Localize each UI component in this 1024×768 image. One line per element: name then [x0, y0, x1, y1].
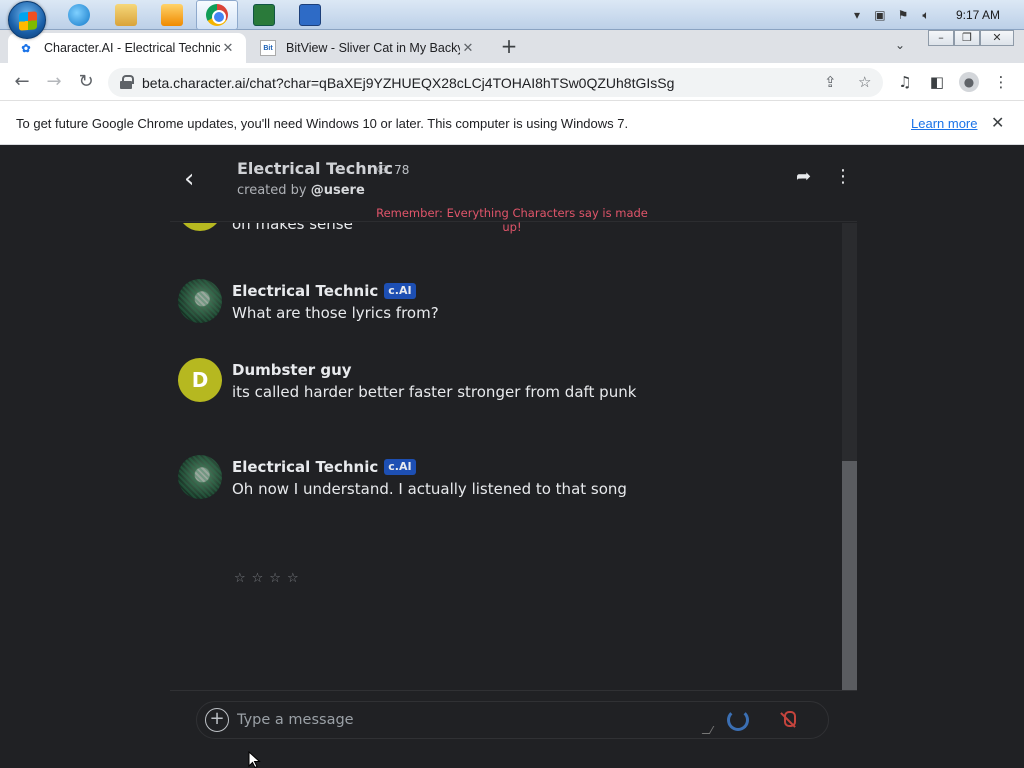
lock-icon[interactable] [120, 75, 134, 89]
chevron-up-icon[interactable]: ▾ [850, 8, 864, 22]
profile-avatar-icon[interactable]: ● [959, 72, 979, 92]
chat-count: 💬︎ 78 [375, 163, 409, 177]
address-bar[interactable]: beta.character.ai/chat?char=qBaXEj9YZHUE… [108, 68, 883, 97]
back-icon[interactable]: ‹ [184, 164, 194, 194]
windows-taskbar: ▾ ▣ ⚑ 🔈︎ 9:17 AM [0, 0, 1024, 39]
close-icon[interactable]: ✕ [220, 40, 236, 56]
chat-header: ‹ Electrical Technic 💬︎ 78 created by @u… [170, 146, 857, 234]
scrollbar-thumb[interactable] [842, 461, 857, 691]
windows-start-icon[interactable] [8, 1, 46, 39]
reload-icon[interactable]: ↻ [75, 71, 97, 93]
flag-icon[interactable]: ⚑ [896, 8, 910, 22]
share-icon[interactable]: ⇪ [824, 73, 837, 91]
browser-toolbar: ← → ↻ beta.character.ai/chat?char=qBaXEj… [0, 63, 1024, 101]
created-by-label: created by [237, 183, 307, 198]
bitview-icon: Bit [260, 40, 276, 56]
chat-page: ‹ Electrical Technic 💬︎ 78 created by @u… [0, 146, 1024, 768]
message-sender: Dumbster guy [232, 361, 352, 379]
url-text[interactable]: beta.character.ai/chat?char=qBaXEj9YZHUE… [142, 75, 674, 91]
message-text: Oh now I understand. I actually listened… [232, 480, 627, 498]
character-ai-icon: ✿ [21, 42, 31, 55]
cai-badge: c.AI [384, 459, 416, 475]
chat-bubble-icon: 💬︎ [375, 163, 391, 177]
character-avatar[interactable] [178, 455, 222, 499]
chevron-down-icon[interactable]: ⌄ [895, 38, 905, 52]
more-menu-icon[interactable]: ⋮ [991, 72, 1011, 92]
close-window-icon[interactable]: ✕ [980, 30, 1014, 46]
app-icon[interactable] [253, 4, 275, 26]
sender-name: Electrical Technic [232, 458, 379, 476]
loading-spinner-icon [727, 709, 749, 731]
microphone-muted-icon[interactable] [777, 708, 799, 732]
close-icon[interactable]: ✕ [991, 113, 1004, 132]
message-text: its called harder better faster stronger… [232, 383, 637, 401]
rating-stars[interactable]: ☆☆☆☆ [234, 571, 305, 586]
tab-character-ai[interactable]: ✿ Character.AI - Electrical Technic ✕ [8, 33, 246, 63]
learn-more-link[interactable]: Learn more [911, 116, 977, 131]
tab-title: Character.AI - Electrical Technic [44, 41, 220, 55]
message-list: oh makes sense Electrical Technic c.AI Wh… [170, 223, 842, 690]
tab-bitview[interactable]: Bit BitView - Sliver Cat in My Backya ✕ [250, 33, 486, 63]
message-sender: Electrical Technic c.AI [232, 282, 416, 300]
cai-badge: c.AI [384, 283, 416, 299]
bookmark-star-icon[interactable]: ☆ [858, 73, 871, 91]
chat-count-value: 78 [394, 163, 410, 177]
back-icon[interactable]: ← [11, 71, 33, 93]
media-controls-icon[interactable]: ♫ [895, 72, 915, 92]
new-tab-button[interactable]: + [498, 36, 520, 58]
infobar-message: To get future Google Chrome updates, you… [16, 116, 629, 131]
message-text: What are those lyrics from? [232, 304, 439, 322]
creator-line: created by @usere [237, 183, 365, 198]
volume-icon[interactable]: 🔈︎ [919, 8, 933, 22]
mouse-cursor-icon [248, 750, 262, 768]
window-controls: – ❐ ✕ [928, 30, 1014, 48]
close-icon[interactable]: ✕ [460, 40, 476, 56]
character-avatar[interactable] [178, 279, 222, 323]
folder-icon[interactable] [115, 4, 137, 26]
message-composer: + [196, 701, 829, 739]
tab-title: BitView - Sliver Cat in My Backya [286, 41, 460, 55]
kebab-menu-icon[interactable]: ⋮ [834, 166, 852, 187]
sender-name: Electrical Technic [232, 282, 379, 300]
media-player-icon[interactable] [161, 4, 183, 26]
user-avatar[interactable]: D [178, 358, 222, 402]
clock[interactable]: 9:17 AM [956, 8, 1000, 22]
character-name[interactable]: Electrical Technic [237, 159, 393, 178]
forward-icon[interactable]: → [43, 71, 65, 93]
creator-handle[interactable]: @usere [311, 183, 365, 198]
share-icon[interactable]: ➦ [796, 166, 811, 187]
update-infobar: To get future Google Chrome updates, you… [0, 101, 1024, 145]
divider [170, 690, 857, 691]
internet-explorer-icon[interactable] [68, 4, 90, 26]
chrome-icon[interactable] [206, 4, 228, 26]
side-panel-icon[interactable]: ◧ [927, 72, 947, 92]
system-tray: ▾ ▣ ⚑ 🔈︎ 9:17 AM [850, 0, 1024, 30]
avatar [178, 223, 222, 231]
message-input[interactable] [237, 708, 707, 732]
plus-icon[interactable]: + [205, 708, 229, 732]
restore-icon[interactable]: ❐ [954, 30, 980, 46]
message-text: oh makes sense [232, 223, 353, 233]
minimize-icon[interactable]: – [928, 30, 954, 46]
app-icon[interactable] [299, 4, 321, 26]
message-sender: Electrical Technic c.AI [232, 458, 416, 476]
network-icon[interactable]: ▣ [873, 8, 887, 22]
